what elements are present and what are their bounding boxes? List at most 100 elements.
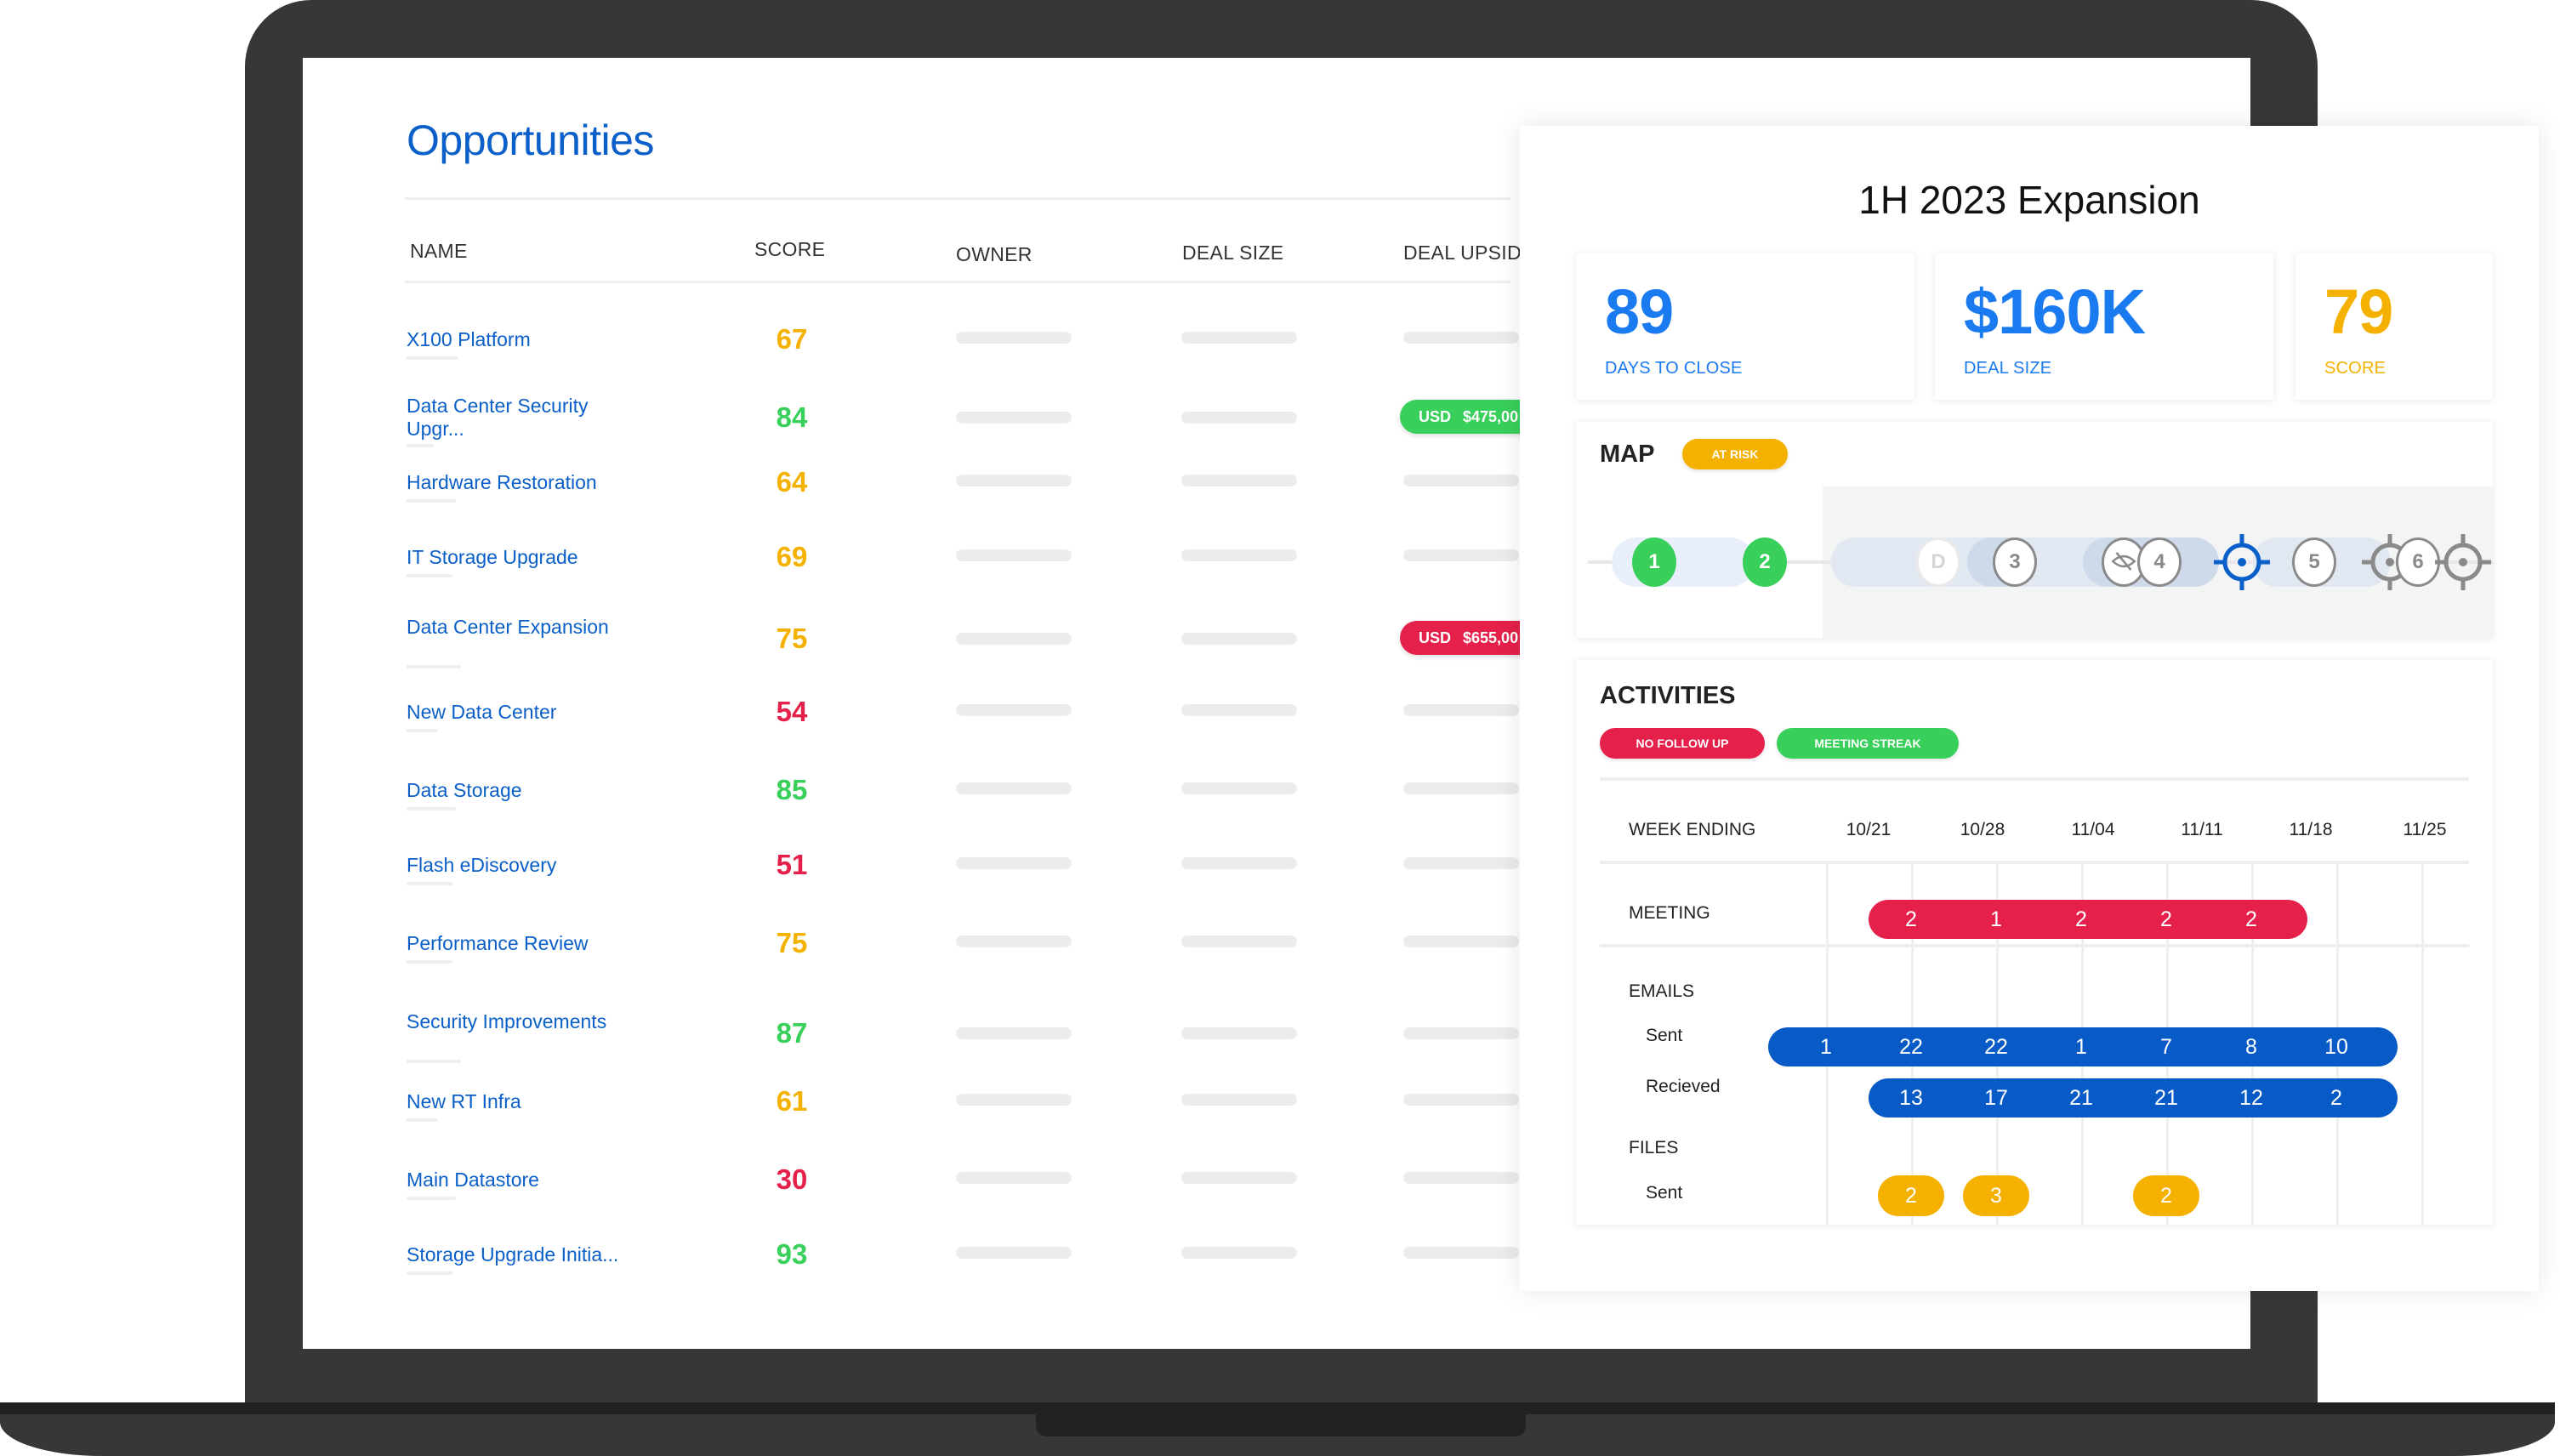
files-sent-pill[interactable]: 2 xyxy=(2133,1175,2199,1216)
opportunity-name-link[interactable]: Data Center Security Upgr... xyxy=(407,395,628,441)
page-title: Opportunities xyxy=(407,117,654,164)
opportunity-name-link[interactable]: Performance Review xyxy=(407,932,628,955)
laptop-hinge xyxy=(0,1402,2555,1414)
status-badge-at-risk: AT RISK xyxy=(1682,439,1788,469)
opportunity-name-link[interactable]: Hardware Restoration xyxy=(407,471,628,494)
meeting-bar-value: 2 xyxy=(1905,907,1917,931)
score-value: 67 xyxy=(776,323,808,355)
upside-amount: $655,00 xyxy=(1463,629,1519,646)
current-position-crosshair-icon[interactable] xyxy=(2212,532,2272,592)
deal-upside-placeholder xyxy=(1403,1094,1519,1106)
deal-detail-panel: 1H 2023 Expansion 89 DAYS TO CLOSE $160K… xyxy=(1520,126,2539,1291)
score-value: 61 xyxy=(776,1085,808,1117)
emails-sent-label: Sent xyxy=(1646,1026,1683,1045)
journey-map: 12D3456 xyxy=(1576,486,2493,638)
badge-meeting-streak: MEETING STREAK xyxy=(1777,728,1959,759)
score-value: 54 xyxy=(776,696,808,727)
owner-placeholder xyxy=(956,1027,1072,1039)
emails-received-bar-value: 21 xyxy=(2069,1086,2093,1110)
week-label: 11/25 xyxy=(2403,820,2447,839)
activities-divider xyxy=(1600,777,2469,781)
owner-placeholder xyxy=(956,704,1072,716)
emails-label: EMAILS xyxy=(1629,981,1695,1001)
owner-placeholder xyxy=(956,332,1072,344)
score-value: 64 xyxy=(776,466,808,498)
deal-size-placeholder xyxy=(1181,1247,1297,1259)
score-value: 51 xyxy=(776,849,808,880)
deal-size-placeholder xyxy=(1181,549,1297,561)
map-step-1[interactable]: 1 xyxy=(1632,537,1676,587)
map-step-3[interactable]: 3 xyxy=(1993,537,2037,587)
opportunity-name-link[interactable]: X100 Platform xyxy=(407,328,628,351)
kpi-deal-size: $160K DEAL SIZE xyxy=(1935,253,2273,400)
deal-size-placeholder xyxy=(1181,857,1297,869)
owner-placeholder xyxy=(956,1172,1072,1184)
owner-placeholder xyxy=(956,475,1072,486)
opportunity-name-link[interactable]: Data Center Expansion xyxy=(407,616,628,639)
deal-upside-placeholder xyxy=(1403,332,1519,344)
emails-sent-bar-value: 10 xyxy=(2324,1035,2348,1059)
emails-sent-bar-value: 8 xyxy=(2245,1035,2257,1059)
emails-sent-bar-value: 1 xyxy=(2075,1035,2087,1059)
emails-sent-bar-value: 22 xyxy=(1899,1035,1923,1059)
emails-received-bar-value: 2 xyxy=(2330,1086,2342,1110)
name-underline xyxy=(407,356,458,360)
files-sent-label: Sent xyxy=(1646,1183,1683,1203)
meeting-divider xyxy=(1600,944,2469,947)
meeting-bar-value: 2 xyxy=(2075,907,2087,931)
name-underline xyxy=(407,729,437,732)
meeting-bar-value: 1 xyxy=(1990,907,2002,931)
owner-placeholder xyxy=(956,782,1072,794)
emails-received-bar-value: 21 xyxy=(2154,1086,2178,1110)
target-crosshair-icon[interactable] xyxy=(2433,532,2493,592)
name-underline xyxy=(407,807,456,810)
opportunity-name-link[interactable]: Main Datastore xyxy=(407,1169,628,1192)
emails-received-bar-value: 12 xyxy=(2239,1086,2263,1110)
meeting-bar-value: 2 xyxy=(2160,907,2172,931)
map-card: MAP AT RISK 12D3456 xyxy=(1576,422,2493,638)
map-step-D[interactable]: D xyxy=(1916,537,1960,587)
files-label: FILES xyxy=(1629,1138,1679,1157)
deal-upside-placeholder xyxy=(1403,1172,1519,1184)
opportunity-name-link[interactable]: IT Storage Upgrade xyxy=(407,546,628,569)
deal-size-placeholder xyxy=(1181,633,1297,645)
opportunity-name-link[interactable]: New RT Infra xyxy=(407,1090,628,1113)
kpi-label: SCORE xyxy=(2324,359,2386,378)
opportunity-name-link[interactable]: New Data Center xyxy=(407,701,628,724)
deal-upside-placeholder xyxy=(1403,549,1519,561)
week-label: 10/21 xyxy=(1846,820,1892,839)
opportunity-name-link[interactable]: Storage Upgrade Initia... xyxy=(407,1243,628,1266)
deal-size-placeholder xyxy=(1181,936,1297,947)
name-underline xyxy=(407,1118,437,1122)
name-underline xyxy=(407,574,452,577)
owner-placeholder xyxy=(956,412,1072,424)
map-step-4[interactable]: 4 xyxy=(2137,537,2182,587)
opportunity-name-link[interactable]: Flash eDiscovery xyxy=(407,854,628,877)
deal-upside-placeholder xyxy=(1403,1027,1519,1039)
name-underline xyxy=(407,1197,456,1200)
emails-sent-bar-value: 1 xyxy=(1820,1035,1832,1059)
column-header-score[interactable]: SCORE xyxy=(754,238,825,261)
deal-size-placeholder xyxy=(1181,782,1297,794)
deal-upside-placeholder xyxy=(1403,704,1519,716)
emails-sent-bar-value: 7 xyxy=(2160,1035,2172,1059)
emails-received-label: Recieved xyxy=(1646,1077,1721,1096)
opportunity-name-link[interactable]: Data Storage xyxy=(407,779,628,802)
name-underline xyxy=(407,882,452,885)
files-sent-pill[interactable]: 3 xyxy=(1963,1175,2029,1216)
kpi-value: $160K xyxy=(1964,276,2146,347)
emails-received-bar-value: 17 xyxy=(1984,1086,2008,1110)
map-step-5[interactable]: 5 xyxy=(2292,537,2336,587)
opportunity-name-link[interactable]: Security Improvements xyxy=(407,1010,628,1033)
deal-size-placeholder xyxy=(1181,1027,1297,1039)
column-header-deal-size[interactable]: DEAL SIZE xyxy=(1182,242,1283,264)
meeting-bar-value: 2 xyxy=(2245,907,2257,931)
deal-size-placeholder xyxy=(1181,704,1297,716)
column-header-name[interactable]: NAME xyxy=(410,240,468,263)
name-underline xyxy=(407,444,434,447)
week-label: 10/28 xyxy=(1960,820,2005,839)
column-header-deal-upside[interactable]: DEAL UPSIDE xyxy=(1403,242,1535,264)
column-header-owner[interactable]: OWNER xyxy=(956,243,1033,266)
files-sent-pill[interactable]: 2 xyxy=(1878,1175,1944,1216)
map-step-2[interactable]: 2 xyxy=(1743,537,1787,587)
